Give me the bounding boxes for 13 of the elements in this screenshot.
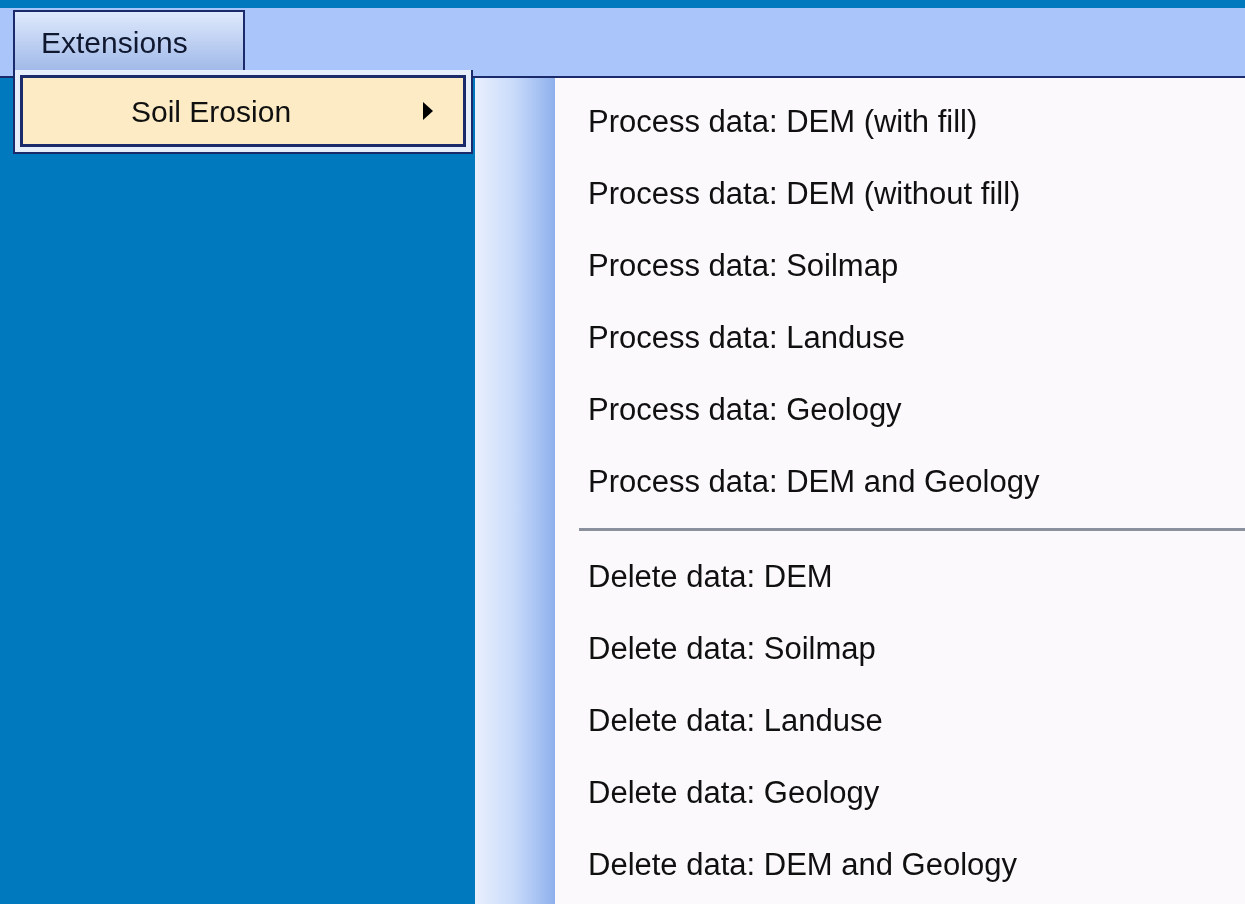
menu-item[interactable]: Process data: Landuse <box>555 302 1245 374</box>
menu-item[interactable]: Extensions <box>13 10 245 72</box>
menu-item[interactable]: Process data: DEM (without fill) <box>555 158 1245 230</box>
menu-item[interactable]: Process data: Geology <box>555 374 1245 446</box>
menu-item[interactable]: Soil Erosion <box>20 75 466 147</box>
menu-item[interactable]: Delete data: Geology <box>555 757 1245 829</box>
menu-item[interactable]: Delete data: Landuse <box>555 685 1245 757</box>
menu-item[interactable]: Process data: Soilmap <box>555 230 1245 302</box>
menu-item[interactable]: Process data: DEM (with fill) <box>555 86 1245 158</box>
menu-item[interactable]: Process data: DEM and Geology <box>555 446 1245 518</box>
menu-item[interactable]: Delete data: Soilmap <box>555 613 1245 685</box>
menu-item[interactable]: Delete data: DEM and Geology <box>555 829 1245 901</box>
menu-item[interactable]: Delete data: DEM <box>555 541 1245 613</box>
